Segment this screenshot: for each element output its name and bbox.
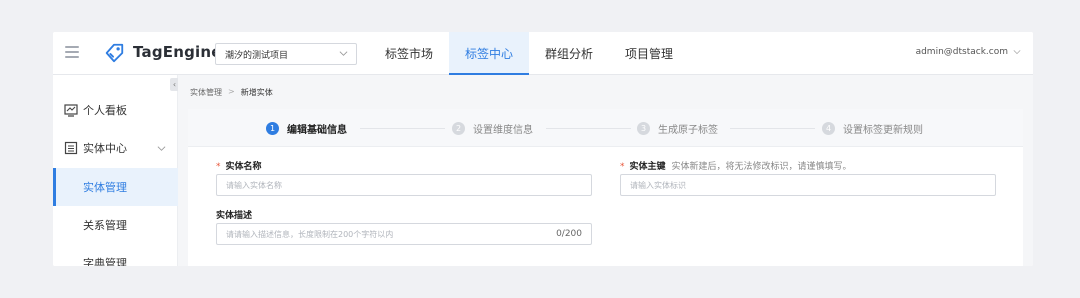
char-counter: 0/200 — [556, 229, 582, 239]
step-label: 编辑基础信息 — [287, 125, 347, 136]
step-4: 4 设置标签更新规则 — [822, 121, 923, 136]
entity-desc-label: 实体描述 — [216, 208, 252, 221]
entity-key-hint: 实体新建后，将无法修改标识，请谨慎填写。 — [671, 162, 852, 172]
sidebar-item-label: 关系管理 — [83, 219, 127, 232]
step-2: 2 设置维度信息 — [452, 121, 533, 136]
nav-tag-center[interactable]: 标签中心 — [449, 32, 530, 75]
user-menu[interactable]: admin@dtstack.com — [916, 47, 1021, 57]
nav-project-management[interactable]: 项目管理 — [609, 32, 689, 75]
step-connector — [730, 128, 815, 129]
breadcrumb-separator: > — [228, 87, 235, 96]
breadcrumb-current: 新增实体 — [240, 88, 273, 97]
breadcrumb-parent[interactable]: 实体管理 — [190, 87, 222, 98]
breadcrumb: 实体管理 > 新增实体 — [190, 87, 273, 98]
input-placeholder: 请输入实体标识 — [630, 181, 686, 190]
sidebar-item-relation-management[interactable]: 关系管理 — [53, 206, 178, 244]
dashboard-icon — [64, 104, 78, 117]
sidebar-item-dictionary-management[interactable]: 字典管理 — [53, 244, 178, 266]
chevron-down-icon — [339, 51, 348, 56]
top-bar: TagEngine 潮汐的测试项目 标签市场 标签中心 群组分析 项目管理 ad… — [53, 32, 1033, 75]
entity-name-label: * 实体名称 — [216, 159, 262, 172]
entity-key-input[interactable]: 请输入实体标识 — [620, 174, 996, 196]
step-number: 2 — [452, 122, 465, 135]
steps-bar: 1 编辑基础信息 2 设置维度信息 3 生成原子标签 4 设置标签更新规则 — [188, 109, 1023, 147]
form-panel: 1 编辑基础信息 2 设置维度信息 3 生成原子标签 4 设置标签更新规则 * … — [188, 109, 1023, 266]
step-number: 1 — [266, 122, 279, 135]
tag-logo-icon — [105, 43, 124, 63]
step-1: 1 编辑基础信息 — [266, 121, 347, 136]
entity-desc-input[interactable]: 请请输入描述信息，长度限制在200个字符以内 0/200 — [216, 223, 592, 245]
required-mark: * — [216, 162, 221, 172]
user-email: admin@dtstack.com — [915, 47, 1008, 57]
nav-group-analysis[interactable]: 群组分析 — [529, 32, 609, 75]
step-number: 3 — [637, 122, 650, 135]
app-logo-text: TagEngine — [133, 43, 222, 61]
sidebar-item-entity-center[interactable]: 实体中心 — [53, 129, 178, 167]
app-window: TagEngine 潮汐的测试项目 标签市场 标签中心 群组分析 项目管理 ad… — [53, 32, 1033, 266]
list-icon — [64, 141, 78, 155]
label-text: 实体描述 — [216, 211, 253, 221]
step-3: 3 生成原子标签 — [637, 121, 718, 136]
nav-tag-market[interactable]: 标签市场 — [369, 32, 449, 75]
project-select[interactable]: 潮汐的测试项目 — [215, 43, 357, 65]
chevron-down-icon — [1013, 50, 1021, 55]
step-connector — [546, 128, 631, 129]
sidebar: 个人看板 实体中心 实体管理 关系管理 字典管理 — [53, 75, 178, 266]
chevron-up-icon — [157, 146, 166, 151]
sidebar-item-label: 实体管理 — [83, 181, 127, 194]
input-placeholder: 请请输入描述信息，长度限制在200个字符以内 — [226, 230, 394, 239]
input-placeholder: 请输入实体名称 — [226, 181, 282, 190]
menu-icon[interactable] — [65, 46, 79, 60]
sidebar-item-label: 字典管理 — [83, 257, 127, 266]
entity-name-input[interactable]: 请输入实体名称 — [216, 174, 592, 196]
step-number: 4 — [822, 122, 835, 135]
step-label: 设置标签更新规则 — [843, 125, 923, 136]
step-connector — [360, 128, 445, 129]
label-text: 实体主键 — [629, 162, 666, 172]
sidebar-item-entity-management[interactable]: 实体管理 — [53, 168, 178, 206]
sidebar-item-label: 实体中心 — [83, 142, 127, 155]
label-text: 实体名称 — [225, 162, 262, 172]
entity-key-label: * 实体主键 实体新建后，将无法修改标识，请谨慎填写。 — [620, 159, 852, 172]
step-label: 生成原子标签 — [658, 125, 718, 136]
sidebar-item-dashboard[interactable]: 个人看板 — [53, 91, 178, 129]
project-select-value: 潮汐的测试项目 — [225, 51, 289, 61]
main-content: 实体管理 > 新增实体 1 编辑基础信息 2 设置维度信息 3 生成原子标签 4… — [178, 75, 1033, 266]
sidebar-item-label: 个人看板 — [83, 104, 127, 117]
step-label: 设置维度信息 — [473, 125, 533, 136]
main-nav: 标签市场 标签中心 群组分析 项目管理 — [369, 32, 689, 75]
required-mark: * — [620, 162, 625, 172]
